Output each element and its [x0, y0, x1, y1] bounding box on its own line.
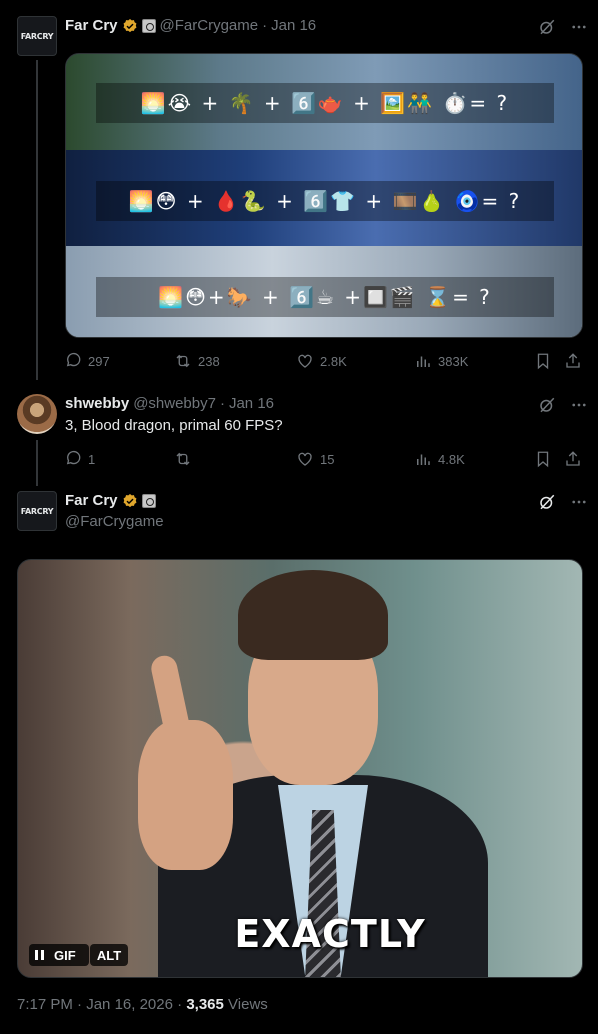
separator: ·	[219, 395, 225, 412]
author-handle[interactable]: @FarCrygame	[65, 513, 164, 530]
emoji-puzzle-text: 🌅😭 + 🌴 + 6️⃣🫖 + 🖼️👬 ⏱️= ?	[140, 91, 510, 115]
views-button[interactable]: 383K	[414, 352, 534, 370]
alt-label: ALT	[96, 947, 122, 963]
thread-line	[36, 60, 38, 380]
tweet1-header: Far Cry @FarCrygame · Jan 16	[65, 17, 316, 34]
author-name[interactable]: Far Cry	[65, 17, 118, 34]
tweet1-action-bar: 297 238 2.8K 383K	[64, 352, 584, 370]
reply-icon	[66, 352, 81, 367]
farcry-avatar[interactable]: FARCRY	[17, 16, 57, 56]
separator: ·	[262, 17, 268, 34]
shwebby-avatar[interactable]	[17, 394, 57, 434]
tweet-time[interactable]: 7:17 PM	[17, 996, 73, 1013]
author-handle[interactable]: @shwebby7	[133, 395, 216, 412]
view-count: 383K	[438, 353, 469, 369]
tweet3-header: Far Cry	[65, 492, 156, 509]
repost-count: 238	[198, 353, 220, 369]
views-count: 3,365	[186, 996, 224, 1013]
grok-icon[interactable]	[538, 396, 556, 414]
share-button[interactable]	[564, 352, 584, 370]
reply-count: 297	[88, 353, 110, 369]
bookmark-button[interactable]	[534, 352, 564, 370]
reply-button[interactable]: 297	[64, 352, 174, 370]
emoji-puzzle-image[interactable]: 🌅😭 + 🌴 + 6️⃣🫖 + 🖼️👬 ⏱️= ? 🌅😳 + 🩸🐍 + 6️⃣👕…	[65, 53, 583, 338]
views-label: Views	[228, 996, 268, 1013]
tweet2-action-bar: 1 15 4.8K	[64, 450, 584, 468]
reply-button[interactable]: 1	[64, 450, 174, 468]
verified-badge-icon[interactable]	[122, 493, 138, 509]
grok-icon[interactable]	[538, 493, 556, 511]
verified-badge-icon[interactable]	[122, 18, 138, 34]
alt-text-button[interactable]: ALT	[90, 944, 128, 966]
emoji-puzzle-row: 🌅😳 + 🩸🐍 + 6️⃣👕 + 🎞️🍐 🧿= ?	[96, 181, 554, 221]
emoji-puzzle-row: 🌅😳+🐎 + 6️⃣☕ +🔲🎬 ⌛= ?	[96, 277, 554, 317]
like-icon	[298, 452, 312, 466]
farcry-avatar[interactable]: FARCRY	[17, 491, 57, 531]
emoji-puzzle-text: 🌅😳 + 🩸🐍 + 6️⃣👕 + 🎞️🍐 🧿= ?	[128, 189, 522, 213]
repost-button[interactable]	[174, 450, 296, 468]
more-icon[interactable]	[570, 493, 588, 511]
bookmark-icon	[537, 353, 549, 370]
repost-button[interactable]: 238	[174, 352, 296, 370]
share-icon	[566, 353, 580, 368]
gif-figure-hand	[138, 720, 233, 870]
views-icon	[417, 454, 430, 465]
gif-figure-hair	[238, 570, 388, 660]
bookmark-icon	[537, 451, 549, 468]
emoji-puzzle-text: 🌅😳+🐎 + 6️⃣☕ +🔲🎬 ⌛= ?	[158, 285, 492, 309]
tweet1-top-actions	[538, 18, 588, 36]
view-count: 4.8K	[438, 451, 465, 467]
gif-play-pause-button[interactable]: GIF	[29, 944, 89, 966]
affiliate-badge-icon[interactable]	[141, 18, 156, 33]
tweet2-header: shwebby @shwebby7 · Jan 16	[65, 395, 274, 412]
views-icon	[417, 356, 430, 367]
share-button[interactable]	[564, 450, 584, 468]
grok-icon[interactable]	[538, 18, 556, 36]
affiliate-badge-icon[interactable]	[141, 493, 156, 508]
more-icon[interactable]	[570, 18, 588, 36]
author-name[interactable]: Far Cry	[65, 492, 118, 509]
like-icon	[298, 354, 312, 368]
tweet2-top-actions	[538, 396, 588, 414]
pause-icon	[35, 950, 44, 960]
avatar-text: FARCRY	[20, 31, 54, 41]
avatar-text: FARCRY	[20, 506, 54, 516]
tweet-text: 3, Blood dragon, primal 60 FPS?	[65, 417, 283, 434]
repost-icon	[176, 354, 190, 368]
more-icon[interactable]	[570, 396, 588, 414]
reply-icon	[66, 450, 81, 465]
share-icon	[566, 451, 580, 466]
like-button[interactable]: 15	[296, 450, 414, 468]
author-name[interactable]: shwebby	[65, 395, 129, 412]
emoji-puzzle-row: 🌅😭 + 🌴 + 6️⃣🫖 + 🖼️👬 ⏱️= ?	[96, 83, 554, 123]
separator: ·	[77, 996, 83, 1013]
views-button[interactable]: 4.8K	[414, 450, 534, 468]
tweet-date[interactable]: Jan 16	[229, 395, 274, 412]
tweet-full-date[interactable]: Jan 16, 2026	[86, 996, 173, 1013]
bookmark-button[interactable]	[534, 450, 564, 468]
repost-icon	[176, 452, 190, 466]
exactly-gif[interactable]: EXACTLY	[17, 559, 583, 978]
thread-line	[36, 440, 38, 486]
separator: ·	[177, 996, 183, 1013]
like-count: 15	[320, 451, 335, 467]
tweet-date[interactable]: Jan 16	[271, 17, 316, 34]
author-handle[interactable]: @FarCrygame	[160, 17, 259, 34]
tweet3-top-actions	[538, 493, 588, 511]
like-count: 2.8K	[320, 353, 347, 369]
reply-count: 1	[88, 451, 96, 467]
like-button[interactable]: 2.8K	[296, 352, 414, 370]
tweet-timestamp: 7:17 PM · Jan 16, 2026 · 3,365 Views	[17, 996, 268, 1013]
gif-label: GIF	[54, 947, 76, 963]
